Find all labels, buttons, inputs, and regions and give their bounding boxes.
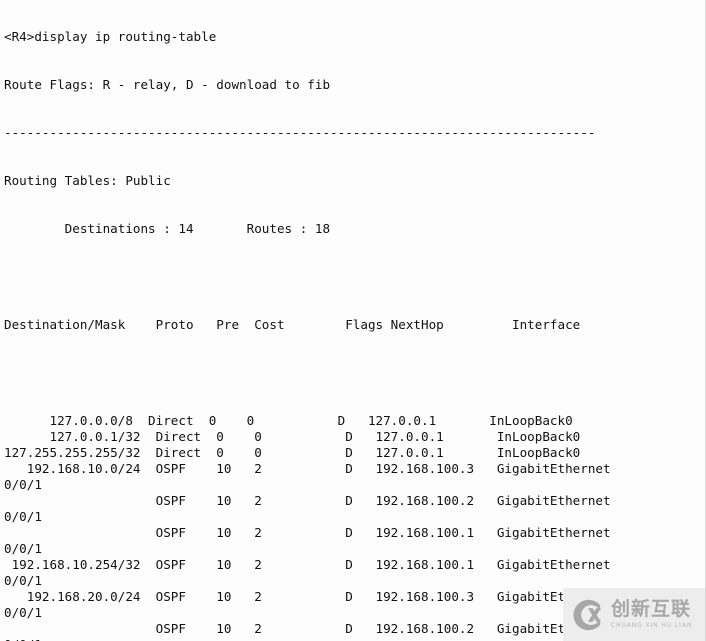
routing-table-line: 127.255.255.255/32 Direct 0 0 D 127.0.0.…	[4, 445, 581, 460]
table-column-headers: Destination/Mask Proto Pre Cost Flags Ne…	[4, 317, 581, 332]
routing-table-line: OSPF 10 2 D 192.168.100.2 GigabitEtherne…	[4, 493, 611, 508]
routing-table-line: 0/0/1	[4, 509, 42, 524]
routing-table-line: 0/0/1	[4, 605, 42, 620]
routing-tables-title: Routing Tables: Public	[4, 173, 171, 188]
routing-table-line: 0/0/1	[4, 573, 42, 588]
routing-table-line: 192.168.10.0/24 OSPF 10 2 D 192.168.100.…	[4, 461, 611, 476]
terminal-output: <R4>display ip routing-table Route Flags…	[4, 0, 704, 641]
separator-line: ----------------------------------------…	[4, 125, 596, 140]
routing-table-line: 192.168.10.254/32 OSPF 10 2 D 192.168.10…	[4, 557, 611, 572]
routing-table-line: 127.0.0.1/32 Direct 0 0 D 127.0.0.1 InLo…	[4, 429, 581, 444]
routing-table-line: OSPF 10 2 D 192.168.100.1 GigabitEtherne…	[4, 525, 611, 540]
routing-table-line: 127.0.0.0/8 Direct 0 0 D 127.0.0.1 InLoo…	[4, 413, 573, 428]
routing-table-rows: 127.0.0.0/8 Direct 0 0 D 127.0.0.1 InLoo…	[4, 413, 704, 641]
routing-table-line: 0/0/1	[4, 541, 42, 556]
command-prompt-line: <R4>display ip routing-table	[4, 29, 217, 44]
terminal-screen: <R4>display ip routing-table Route Flags…	[0, 0, 706, 641]
routing-table-line: 0/0/1	[4, 477, 42, 492]
blank-spacer-line	[4, 269, 704, 285]
destinations-routes-summary: Destinations : 14 Routes : 18	[4, 221, 331, 236]
blank-spacer-line-2	[4, 365, 704, 381]
route-flags-line: Route Flags: R - relay, D - download to …	[4, 77, 331, 92]
routing-table-line: OSPF 10 2 D 192.168.100.2 GigabitEtherne…	[4, 621, 611, 636]
routing-table-line: 0/0/1	[4, 637, 704, 641]
routing-table-line: 192.168.20.0/24 OSPF 10 2 D 192.168.100.…	[4, 589, 611, 604]
